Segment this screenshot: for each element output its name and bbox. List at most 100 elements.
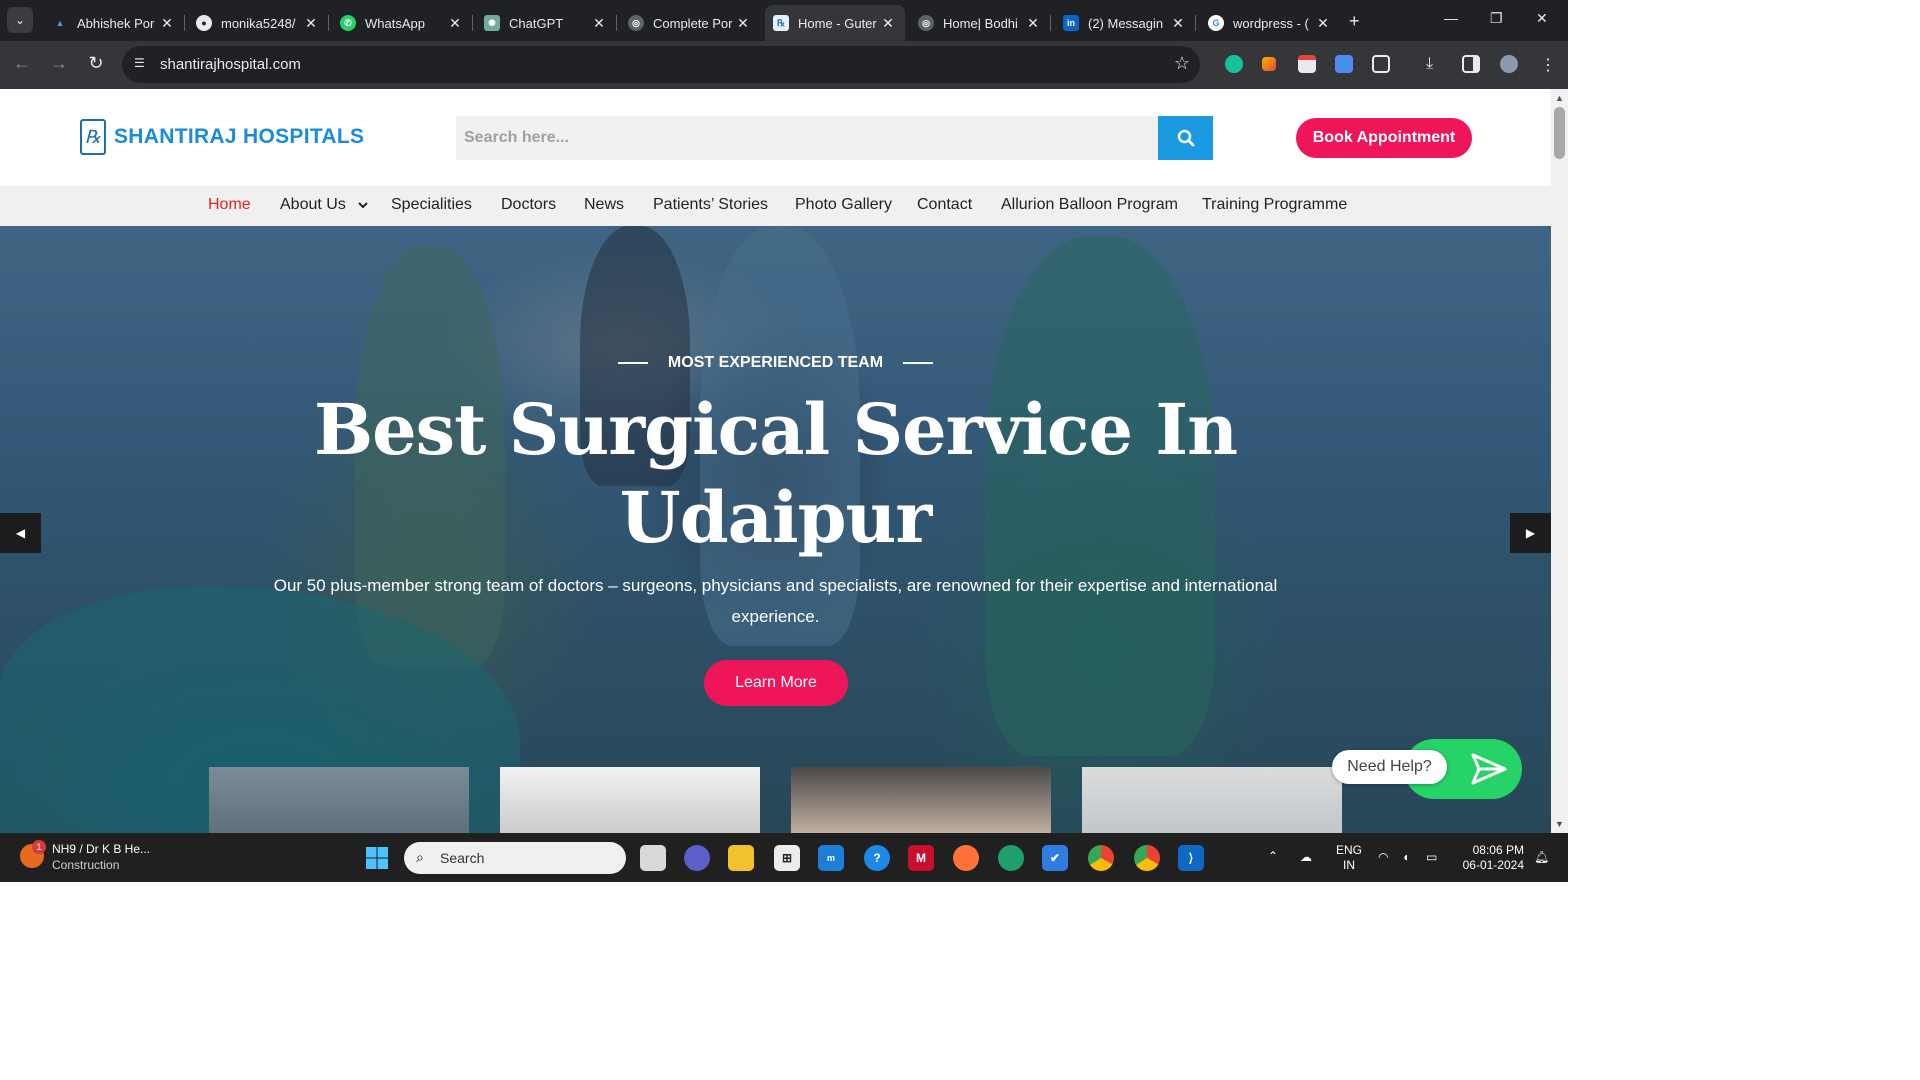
tab-close-icon[interactable]: ✕ [446,15,464,32]
tab-close-icon[interactable]: ✕ [734,15,752,32]
rx-logo-icon: ℞ [80,119,106,155]
page-scrollbar[interactable]: ▲ ▼ [1551,89,1568,833]
browser-tab[interactable]: ▲ Abhishek Por ✕ [44,5,185,41]
nav-about-us[interactable]: About Us [280,196,368,214]
browser-tab[interactable]: ✆ WhatsApp ✕ [332,5,473,41]
learn-more-button[interactable]: Learn More [704,660,848,706]
profile-avatar[interactable] [1500,55,1518,73]
tab-title: Home| Bodhi [943,15,1018,31]
slider-prev-button[interactable]: ◀ [0,513,41,553]
nav-photo-gallery[interactable]: Photo Gallery [795,196,892,214]
forward-icon[interactable]: → [47,53,71,74]
browser-tab-active[interactable]: ℞ Home - Guter ✕ [765,5,905,41]
headline-line: Best Surgical Service In [313,388,1238,471]
download-icon[interactable]: ⤓ [1426,55,1444,73]
meet-icon[interactable] [684,845,710,871]
clock[interactable]: 08:06 PM 06-01-2024 [1458,843,1524,873]
site-info-icon[interactable]: ☰ [134,56,150,72]
file-explorer-icon[interactable] [728,845,754,871]
browser-tab[interactable]: in (2) Messagin ✕ [1055,5,1196,41]
tab-close-icon[interactable]: ✕ [1024,15,1042,32]
battery-icon[interactable]: ▭ [1426,850,1437,865]
scrollbar-thumb[interactable] [1554,107,1565,159]
minimize-icon[interactable]: — [1444,10,1458,26]
scroll-up-icon[interactable]: ▲ [1555,93,1564,103]
todo-icon[interactable]: ✔ [1042,845,1068,871]
restore-icon[interactable]: ❐ [1490,10,1503,27]
nav-doctors[interactable]: Doctors [501,196,556,214]
tab-close-icon[interactable]: ✕ [879,15,897,32]
feature-card-image[interactable] [1082,767,1342,833]
tab-divider [184,15,185,31]
book-appointment-button[interactable]: Book Appointment [1296,118,1472,158]
browser-menu-icon[interactable]: ⋮ [1540,55,1558,74]
linkedin-icon: in [1063,15,1079,31]
onedrive-icon[interactable]: ☁ [1300,850,1312,865]
tab-close-icon[interactable]: ✕ [302,15,320,32]
tab-close-icon[interactable]: ✕ [158,15,176,32]
tab-close-icon[interactable]: ✕ [1169,15,1187,32]
side-panel-icon[interactable] [1462,55,1480,73]
chevron-down-icon [358,202,368,209]
volume-icon[interactable]: ◖ [1402,850,1409,865]
tab-search-button[interactable]: ⌄ [7,7,33,33]
browser-tab[interactable]: ◎ Complete Por ✕ [620,5,760,41]
whatsapp-icon: ✆ [340,15,356,31]
os-taskbar: 1 NH9 / Dr K B He... Construction ⌕ Sear… [0,833,1568,882]
nav-patients-stories[interactable]: Patients’ Stories [653,196,768,214]
nav-news[interactable]: News [584,196,624,214]
notifications-bell-icon[interactable]: 🔔︎ [1534,850,1549,865]
grammarly-icon[interactable] [1225,55,1243,73]
scroll-down-icon[interactable]: ▼ [1555,819,1564,829]
search-button[interactable] [1158,116,1213,160]
google-icon: G [1208,15,1224,31]
slider-next-button[interactable]: ▶ [1510,513,1551,553]
tab-divider [1195,15,1196,31]
browser-tab[interactable]: ◎ Home| Bodhi ✕ [910,5,1051,41]
vscode-icon[interactable]: ⟩ [1178,845,1204,871]
address-bar[interactable]: ☰ shantirajhospital.com ☆ [122,46,1200,83]
chat-help-bubble[interactable]: Need Help? [1332,750,1447,784]
bookmark-star-icon[interactable]: ☆ [1174,53,1190,74]
nav-training-programme[interactable]: Training Programme [1202,196,1347,214]
nav-allurion-balloon-program[interactable]: Allurion Balloon Program [1001,196,1178,214]
headline-line: Udaipur [619,476,933,559]
feature-card-image[interactable] [791,767,1051,833]
browser-tab[interactable]: ✺ ChatGPT ✕ [476,5,617,41]
caret-right-icon: ▶ [1525,526,1536,540]
chrome-profile-icon[interactable] [1134,845,1160,871]
wifi-icon[interactable]: ◠ [1378,850,1388,865]
firefox-icon[interactable] [953,845,979,871]
clock-date: 06-01-2024 [1462,858,1524,872]
feature-card-image[interactable] [500,767,760,833]
browser-tab[interactable]: G wordpress - ( ✕ [1200,5,1340,41]
windows-start-icon[interactable] [364,845,390,871]
edge-icon[interactable] [998,845,1024,871]
nav-contact[interactable]: Contact [917,196,972,214]
mcafee-icon[interactable]: M [908,845,934,871]
calendar-extension-icon[interactable] [1298,55,1316,73]
site-logo[interactable]: ℞ SHANTIRAJ HOSPITALS [80,119,364,155]
language-indicator[interactable]: ENG IN [1336,843,1362,873]
back-icon[interactable]: ← [10,53,34,74]
feature-card-image[interactable] [209,767,469,833]
help-icon[interactable]: ? [864,845,890,871]
tab-close-icon[interactable]: ✕ [590,15,608,32]
nav-specialities[interactable]: Specialities [391,196,472,214]
tab-close-icon[interactable]: ✕ [1314,15,1332,32]
taskbar-search[interactable]: ⌕ Search [404,842,626,874]
mylip-app-icon[interactable]: m [818,845,844,871]
tray-chevron-up-icon[interactable]: ⌃ [1268,849,1278,864]
new-tab-button[interactable]: + [1349,11,1360,32]
task-view-icon[interactable] [640,845,666,871]
chrome-icon[interactable] [1088,845,1114,871]
search-input[interactable] [456,116,1158,160]
browser-tab[interactable]: ● monika5248/ ✕ [188,5,329,41]
reload-icon[interactable]: ↻ [84,53,108,74]
close-window-icon[interactable]: ✕ [1536,10,1548,27]
extensions-puzzle-icon[interactable] [1372,55,1390,73]
store-icon[interactable]: ⊞ [774,845,800,871]
color-pen-icon[interactable] [1262,57,1276,71]
docs-extension-icon[interactable] [1335,55,1353,73]
nav-home[interactable]: Home [208,196,251,214]
